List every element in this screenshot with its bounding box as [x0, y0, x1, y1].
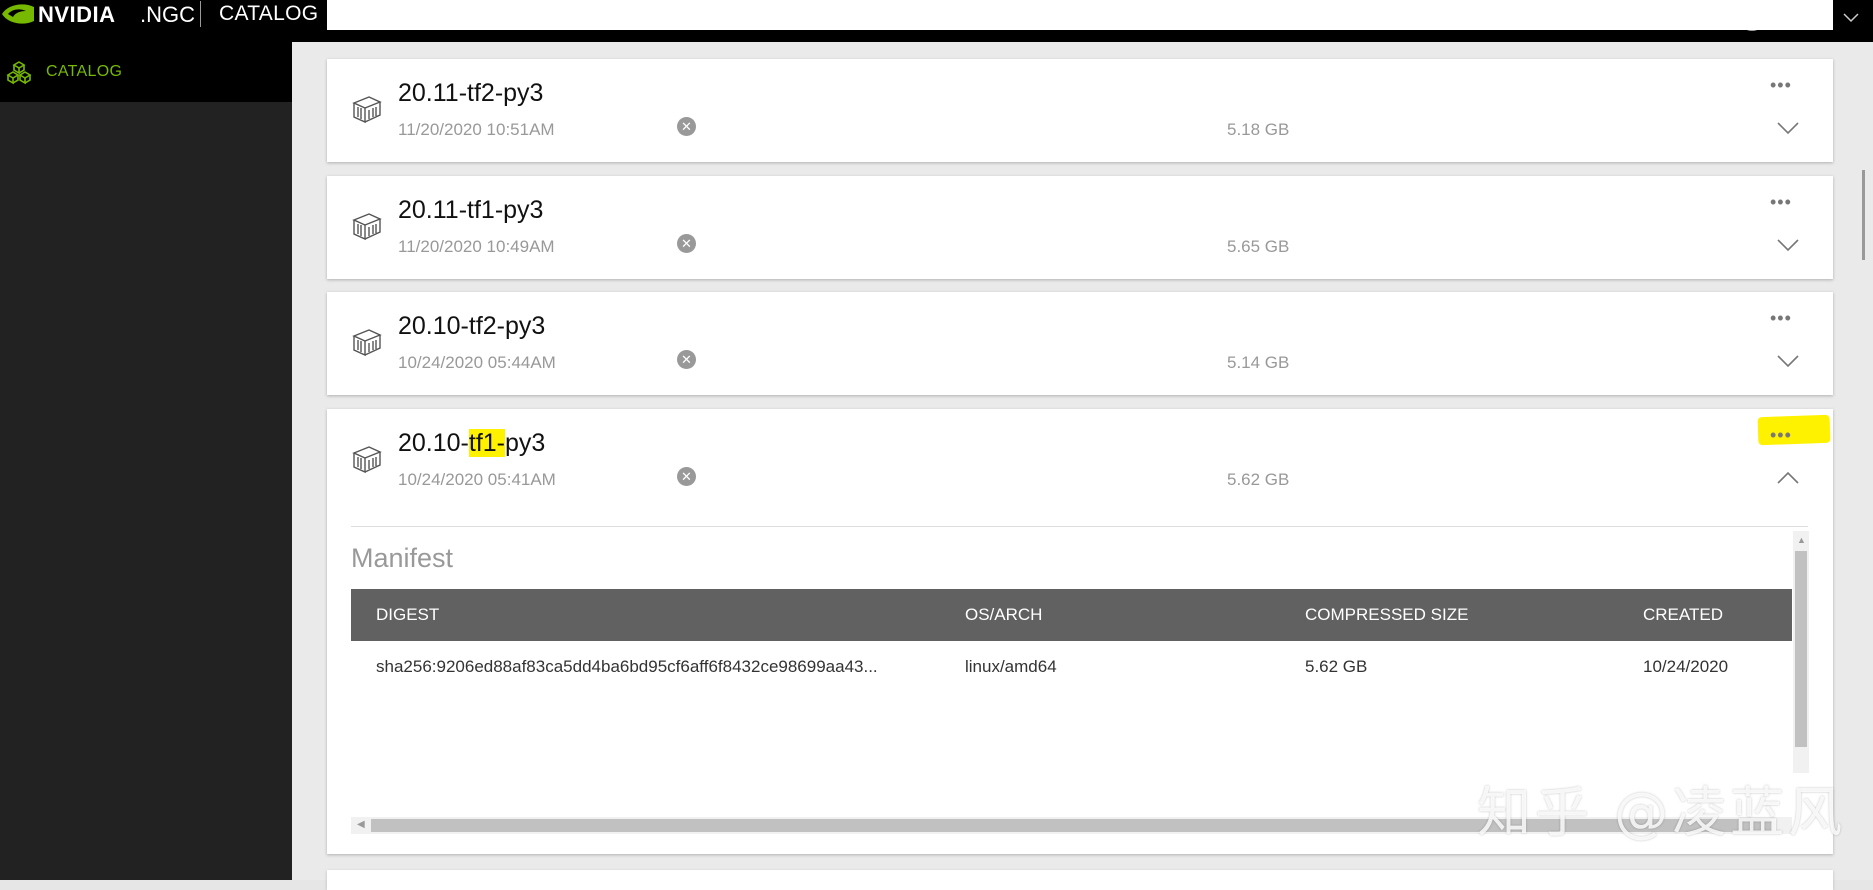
tag-card-partial [327, 870, 1833, 890]
container-icon [352, 96, 382, 124]
tag-date: 10/24/2020 05:41AM [398, 470, 556, 489]
tag-size: 5.14 GB [1227, 353, 1290, 372]
catalog-cubes-icon [6, 61, 32, 85]
column-header-os-arch[interactable]: OS/ARCH [965, 589, 1042, 641]
close-icon[interactable]: ✕ [677, 117, 696, 136]
tag-date: 11/20/2020 10:51AM [398, 120, 555, 139]
page-scrollbar-thumb[interactable] [1862, 170, 1865, 260]
tag-date: 11/20/2020 10:49AM [398, 237, 555, 256]
tag-name: 20.10-tf1-py3 [398, 429, 545, 458]
scrollbar-thumb[interactable] [1795, 551, 1807, 747]
tag-card[interactable]: 20.10-tf2-py3 10/24/2020 05:44AM ✕ 5.14 … [327, 292, 1833, 395]
scroll-up-arrow-icon[interactable]: ▲ [1797, 535, 1806, 545]
section-title[interactable]: CATALOG [219, 2, 318, 26]
tag-card[interactable]: 20.11-tf2-py3 11/20/2020 10:51AM ✕ 5.18 … [327, 59, 1833, 162]
container-icon [352, 329, 382, 357]
tag-name: 20.11-tf1-py3 [398, 196, 544, 224]
os-arch-cell: linux/amd64 [965, 657, 1057, 676]
chevron-down-icon[interactable] [1777, 121, 1799, 135]
manifest-table: DIGEST OS/ARCH COMPRESSED SIZE CREATED s… [351, 589, 1792, 693]
sidebar: CATALOG [0, 42, 292, 880]
main-content: 20.11-tf2-py3 11/20/2020 10:51AM ✕ 5.18 … [292, 0, 1873, 890]
chevron-up-icon[interactable] [1777, 471, 1799, 485]
chevron-down-icon[interactable] [1777, 238, 1799, 252]
column-header-created[interactable]: CREATED [1643, 589, 1723, 641]
created-cell: 10/24/2020 [1643, 657, 1729, 676]
tag-size: 5.18 GB [1227, 120, 1290, 139]
more-options-icon[interactable]: ••• [1770, 425, 1792, 446]
nvidia-logo[interactable] [0, 0, 36, 28]
close-icon[interactable]: ✕ [677, 350, 696, 369]
close-icon[interactable]: ✕ [677, 234, 696, 253]
close-icon[interactable]: ✕ [677, 467, 696, 486]
brand-sub: .NGC [140, 2, 195, 27]
header-divider [200, 1, 201, 27]
highlight-mark [1757, 414, 1831, 446]
tag-size: 5.62 GB [1227, 470, 1290, 489]
container-icon [352, 446, 382, 474]
chevron-down-icon[interactable] [1843, 13, 1859, 23]
watermark: 知乎 @凌蓝风 [1477, 781, 1847, 844]
compressed-size-cell: 5.62 GB [1305, 657, 1368, 676]
table-header: DIGEST OS/ARCH COMPRESSED SIZE CREATED [351, 589, 1792, 641]
tag-name-prefix: 20.10- [398, 429, 469, 457]
tag-card[interactable]: 20.11-tf1-py3 11/20/2020 10:49AM ✕ 5.65 … [327, 176, 1833, 279]
tag-name: 20.10-tf2-py3 [398, 312, 546, 340]
chevron-down-icon[interactable] [1777, 354, 1799, 368]
highlighted-text: tf1- [468, 429, 506, 457]
scroll-left-arrow-icon[interactable]: ◀ [357, 819, 365, 830]
manifest-title: Manifest [351, 543, 454, 573]
divider [351, 526, 1808, 527]
tag-name: 20.11-tf2-py3 [398, 79, 544, 107]
nvidia-eye-icon [2, 4, 34, 24]
sidebar-item-catalog[interactable]: CATALOG [0, 42, 292, 102]
tag-size: 5.65 GB [1227, 237, 1290, 256]
more-options-icon[interactable]: ••• [1770, 192, 1792, 213]
tag-name-suffix: py3 [505, 429, 546, 457]
vertical-scrollbar[interactable]: ▲ [1793, 531, 1809, 773]
more-options-icon[interactable]: ••• [1770, 308, 1792, 329]
tag-date: 10/24/2020 05:44AM [398, 353, 556, 372]
brand-name: NVIDIA [38, 2, 116, 27]
table-row[interactable]: sha256:9206ed88af83ca5dd4ba6bd95cf6aff6f… [351, 641, 1792, 693]
more-options-icon[interactable]: ••• [1770, 75, 1792, 96]
column-header-compressed-size[interactable]: COMPRESSED SIZE [1305, 589, 1468, 641]
digest-cell[interactable]: sha256:9206ed88af83ca5dd4ba6bd95cf6aff6f… [376, 641, 878, 693]
tag-card-partial [327, 0, 1833, 30]
sidebar-item-label: CATALOG [46, 63, 123, 80]
column-header-digest[interactable]: DIGEST [376, 589, 439, 641]
container-icon [352, 213, 382, 241]
